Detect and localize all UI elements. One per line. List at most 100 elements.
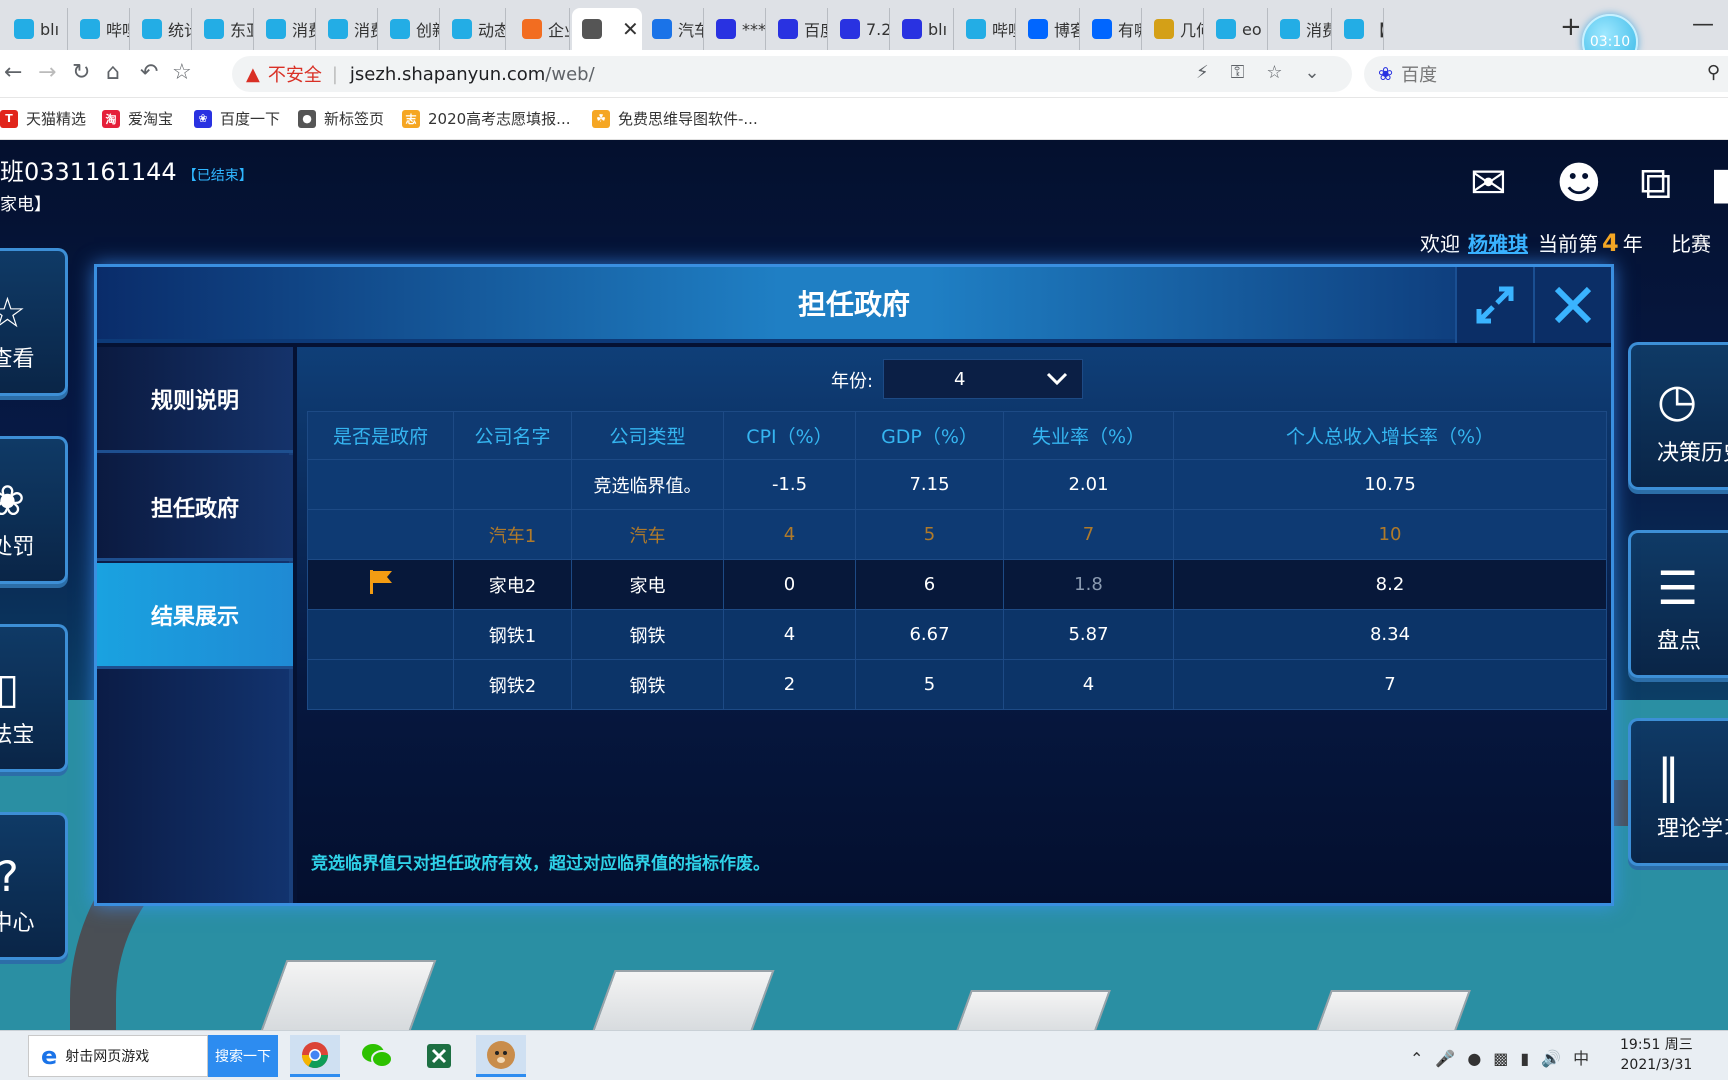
cell-name: 钢铁1 <box>453 609 572 660</box>
government-modal: 担任政府 规则说明 担任政府 结果展示 年份: 4 是否是政府 公司名字 公司类… <box>94 264 1614 906</box>
browser-tab[interactable]: 企业 <box>512 8 570 50</box>
microphone-icon[interactable]: 🎤 <box>1435 1049 1467 1068</box>
username-link[interactable]: 杨雅琪 <box>1468 232 1528 256</box>
browser-tab[interactable]: 消费 <box>1270 8 1332 50</box>
favorite-star-icon[interactable]: ☆ <box>1266 62 1304 83</box>
windows-icon[interactable]: ⧉ <box>1640 158 1671 209</box>
taskbar-search-field[interactable]: e 射击网页游戏 <box>28 1035 208 1077</box>
document-icon[interactable]: ▮ <box>1710 158 1728 209</box>
tab-active[interactable]: ✕ <box>572 8 642 50</box>
menu-item-0[interactable]: 规则说明 <box>97 347 293 453</box>
browser-tab[interactable]: blı <box>4 8 68 50</box>
insecure-label[interactable]: 不安全 <box>268 61 322 87</box>
qq-icon[interactable]: ● <box>1467 1049 1493 1068</box>
browser-tab[interactable]: blı <box>892 8 954 50</box>
bilibili-icon <box>1280 19 1300 39</box>
browser-tab[interactable]: 消费 <box>318 8 378 50</box>
bookmark-item[interactable]: 淘爱淘宝 <box>102 108 173 129</box>
orange-circle-icon <box>522 19 542 39</box>
dog-app-icon[interactable] <box>476 1035 526 1077</box>
cell-cpi: 0 <box>723 559 856 610</box>
building <box>949 990 1111 1030</box>
windows-taskbar: e 射击网页游戏 搜索一下 ⌃🎤●▩▮🔊中 19:51 周三 2021/3/31 <box>0 1030 1728 1080</box>
lightning-icon[interactable]: ⚡ <box>1196 62 1231 83</box>
battery-icon[interactable]: ▮ <box>1520 1049 1541 1068</box>
browser-tab[interactable]: 消费 <box>256 8 316 50</box>
side-button-help[interactable]: ? 中心 <box>0 812 68 960</box>
browser-search-field[interactable]: ❀ 百度 ⚲ <box>1364 56 1728 92</box>
cell-type: 汽车 <box>571 509 724 560</box>
mail-icon[interactable]: ✉ <box>1470 158 1507 209</box>
excel-app-icon[interactable] <box>414 1035 464 1077</box>
bookmark-label: 百度一下 <box>220 110 281 128</box>
bilibili-icon <box>452 19 472 39</box>
key-icon[interactable]: ⚿ <box>1231 62 1267 83</box>
side-button-ribbon[interactable]: ❀ 处罚 <box>0 436 68 584</box>
bookmark-item[interactable]: ● 新标签页 <box>298 108 384 129</box>
browser-tab[interactable]: 动态 <box>442 8 506 50</box>
cell-gdp: 5 <box>855 509 1004 560</box>
undo-icon[interactable]: ↶ <box>140 60 158 85</box>
browser-tab[interactable]: 百度 <box>768 8 828 50</box>
browser-tab[interactable]: *** <box>706 8 766 50</box>
cell-name: 汽车1 <box>453 509 572 560</box>
bookmark-item[interactable]: 志 2020高考志愿填报... <box>402 108 570 129</box>
browser-tab[interactable]: 7.2 <box>830 8 890 50</box>
browser-tab-strip: blı 哔哩 统计 东亚 消费 消费 创新 动态 企业 ✕ 汽车 *** 百度 7.2 blı 哔哩 博客 有哪 几… <box>0 0 1728 50</box>
cell-cpi: -1.5 <box>723 459 856 510</box>
browser-tab[interactable]: 汽车 <box>642 8 704 50</box>
menu-item-2[interactable]: 结果展示 <box>97 563 293 669</box>
new-tab-button[interactable]: + <box>1560 12 1582 42</box>
network-icon[interactable]: ▩ <box>1493 1049 1520 1068</box>
bookmark-star-icon[interactable]: ☆ <box>172 60 192 85</box>
side-button-document[interactable]: ☰ 盘点 <box>1628 530 1728 678</box>
tray-expand-icon[interactable]: ⌃ <box>1410 1049 1435 1068</box>
tab-label: 博客 <box>1054 21 1079 40</box>
baidu-paw-icon: ❀ <box>194 109 212 128</box>
browser-tab[interactable]: 东亚 <box>194 8 254 50</box>
tab-label: 统计 <box>168 21 191 40</box>
taskbar-search-button[interactable]: 搜索一下 <box>208 1035 278 1077</box>
user-icon[interactable]: ☻ <box>1556 158 1602 209</box>
side-button-label: 处罚 <box>0 535 35 560</box>
expand-button[interactable] <box>1455 267 1533 343</box>
browser-tab[interactable]: 【 <box>1334 8 1384 50</box>
side-button-label: 中心 <box>0 911 35 936</box>
browser-tab[interactable]: 哔哩 <box>956 8 1016 50</box>
bookmark-item[interactable]: ☘ 免费思维导图软件-... <box>592 108 758 129</box>
ime-indicator[interactable]: 中 <box>1573 1049 1601 1068</box>
side-button-books[interactable]: ‖ 理论学习 <box>1628 718 1728 866</box>
minimize-button[interactable]: — <box>1692 12 1714 37</box>
side-button-history[interactable]: ◷ 决策历史 <box>1628 342 1728 490</box>
browser-tab[interactable]: 统计 <box>132 8 192 50</box>
chrome-app-icon[interactable] <box>290 1035 340 1077</box>
bookmark-item[interactable]: ❀ 百度一下 <box>194 108 280 129</box>
url-field[interactable]: ▲ 不安全 | jsezh.shapanyun.com/web/ <box>232 56 1352 92</box>
browser-tab[interactable]: 哔哩 <box>70 8 130 50</box>
column-header: 是否是政府 <box>307 411 454 460</box>
chevron-down-icon[interactable]: ⌄ <box>1304 62 1341 83</box>
side-button-book[interactable]: ▯ 法宝 <box>0 624 68 772</box>
forward-icon[interactable]: → <box>38 60 56 85</box>
bookmark-item[interactable]: T 天猫精选 <box>0 108 86 129</box>
bilibili-icon <box>142 19 162 39</box>
browser-tab[interactable]: 有哪 <box>1082 8 1142 50</box>
home-icon[interactable]: ⌂ <box>106 60 120 85</box>
search-icon[interactable]: ⚲ <box>1707 62 1720 83</box>
side-button-star-badge[interactable]: ☆ 查看 <box>0 248 68 396</box>
browser-tab[interactable]: 几何 <box>1144 8 1204 50</box>
back-icon[interactable]: ← <box>4 60 22 85</box>
volume-icon[interactable]: 🔊 <box>1541 1049 1573 1068</box>
browser-tab[interactable]: 博客 <box>1018 8 1080 50</box>
wechat-app-icon[interactable] <box>352 1035 402 1077</box>
year-select[interactable]: 4 <box>883 359 1083 399</box>
colorful-icon <box>1154 19 1174 39</box>
browser-tab[interactable]: 创新 <box>380 8 440 50</box>
system-clock[interactable]: 19:51 周三 2021/3/31 <box>1620 1035 1693 1075</box>
menu-item-1[interactable]: 担任政府 <box>97 455 293 561</box>
tab-close-icon[interactable]: ✕ <box>622 17 639 41</box>
tab-label: 【 <box>1370 17 1383 41</box>
browser-tab[interactable]: eo <box>1206 8 1268 50</box>
reload-icon[interactable]: ↻ <box>72 60 90 85</box>
close-button[interactable] <box>1533 267 1611 343</box>
